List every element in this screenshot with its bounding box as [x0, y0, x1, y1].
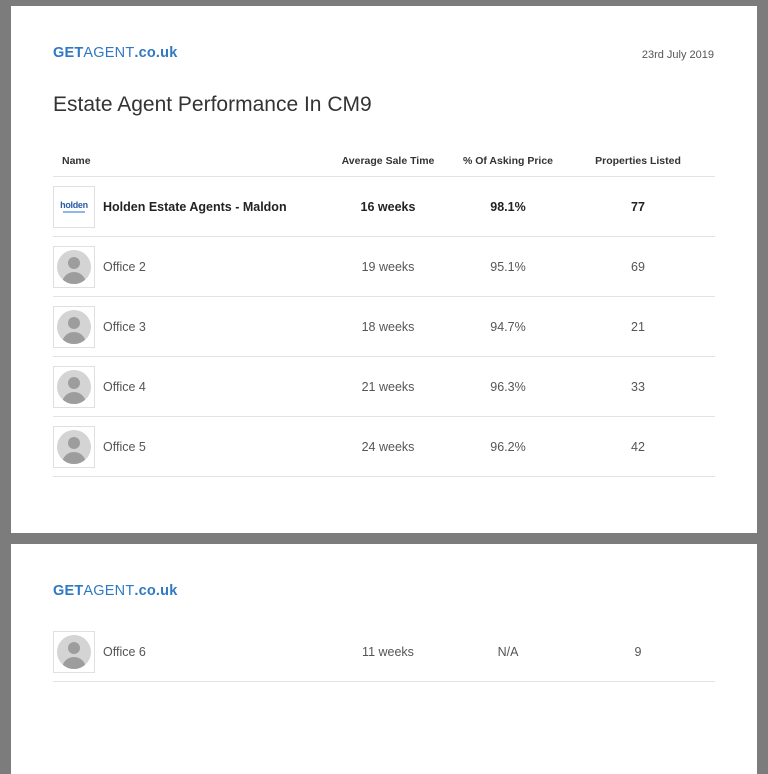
- agent-name[interactable]: Holden Estate Agents - Maldon: [103, 200, 287, 214]
- asking-price-pct: 96.3%: [490, 379, 526, 394]
- agent-name[interactable]: Office 6: [103, 645, 146, 659]
- asking-price-pct: 95.1%: [490, 259, 526, 274]
- performance-table: Name Average Sale Time % Of Asking Price…: [53, 146, 715, 477]
- agent-name-cell: Office 3: [53, 305, 333, 348]
- properties-listed: 21: [631, 319, 645, 334]
- logo-domain: .co.uk: [134, 45, 178, 61]
- agent-name-cell: holden Holden Estate Agents - Maldon: [53, 185, 333, 228]
- page-title: Estate Agent Performance In CM9: [53, 93, 372, 116]
- report-page-2: GETAGENT.co.uk Office 6 11 weeks N/A 9: [11, 544, 757, 774]
- user-placeholder-icon: [57, 429, 91, 464]
- properties-listed: 77: [631, 199, 645, 214]
- average-sale-time: 21 weeks: [361, 379, 415, 394]
- logo-domain: .co.uk: [134, 583, 178, 599]
- table-row[interactable]: Office 4 21 weeks 96.3% 33: [53, 357, 715, 417]
- table-row[interactable]: Office 5 24 weeks 96.2% 42: [53, 417, 715, 477]
- average-sale-time: 24 weeks: [361, 439, 415, 454]
- agent-name[interactable]: Office 5: [103, 440, 146, 454]
- avatar: [53, 630, 95, 673]
- header-asking-price: % Of Asking Price: [462, 155, 554, 167]
- avatar: [53, 245, 95, 288]
- getagent-logo[interactable]: GETAGENT.co.uk: [53, 45, 177, 61]
- agent-name-cell: Office 5: [53, 425, 333, 468]
- header-name: Name: [62, 155, 91, 167]
- avatar: [53, 365, 95, 408]
- logo-get: GET: [53, 45, 84, 61]
- table-header: Name Average Sale Time % Of Asking Price…: [53, 146, 715, 177]
- table-row[interactable]: Office 2 19 weeks 95.1% 69: [53, 237, 715, 297]
- report-page-1: GETAGENT.co.uk 23rd July 2019 Estate Age…: [11, 6, 757, 533]
- performance-table-continued: Office 6 11 weeks N/A 9: [53, 622, 715, 682]
- agent-logo: holden: [53, 185, 95, 228]
- header-average-sale-time: Average Sale Time: [341, 155, 435, 167]
- average-sale-time: 16 weeks: [360, 199, 416, 214]
- avatar: [53, 425, 95, 468]
- logo-agent: AGENT: [83, 583, 135, 599]
- holden-logo-text: holden: [60, 199, 88, 210]
- agent-name[interactable]: Office 3: [103, 320, 146, 334]
- avatar: [53, 305, 95, 348]
- agent-name-cell: Office 2: [53, 245, 333, 288]
- asking-price-pct: 98.1%: [490, 199, 526, 214]
- getagent-logo[interactable]: GETAGENT.co.uk: [53, 583, 177, 599]
- table-row[interactable]: Office 6 11 weeks N/A 9: [53, 622, 715, 682]
- user-placeholder-icon: [57, 634, 91, 669]
- agent-name-cell: Office 4: [53, 365, 333, 408]
- table-row[interactable]: holden Holden Estate Agents - Maldon 16 …: [53, 177, 715, 237]
- user-placeholder-icon: [57, 369, 91, 404]
- asking-price-pct: 96.2%: [490, 439, 526, 454]
- logo-agent: AGENT: [83, 45, 135, 61]
- asking-price-pct: 94.7%: [490, 319, 526, 334]
- average-sale-time: 19 weeks: [361, 259, 415, 274]
- agent-name-cell: Office 6: [53, 630, 333, 673]
- properties-listed: 33: [631, 379, 645, 394]
- agent-name[interactable]: Office 4: [103, 380, 146, 394]
- average-sale-time: 18 weeks: [361, 319, 415, 334]
- properties-listed: 9: [634, 644, 642, 659]
- holden-logo-icon: holden: [60, 199, 88, 213]
- agent-name[interactable]: Office 2: [103, 260, 146, 274]
- average-sale-time: 11 weeks: [362, 644, 414, 659]
- logo-get: GET: [53, 583, 84, 599]
- report-date: 23rd July 2019: [641, 49, 714, 61]
- table-row[interactable]: Office 3 18 weeks 94.7% 21: [53, 297, 715, 357]
- header-properties-listed: Properties Listed: [595, 155, 681, 167]
- asking-price-pct: N/A: [497, 644, 519, 659]
- user-placeholder-icon: [57, 249, 91, 284]
- user-placeholder-icon: [57, 309, 91, 344]
- properties-listed: 42: [631, 439, 645, 454]
- properties-listed: 69: [631, 259, 645, 274]
